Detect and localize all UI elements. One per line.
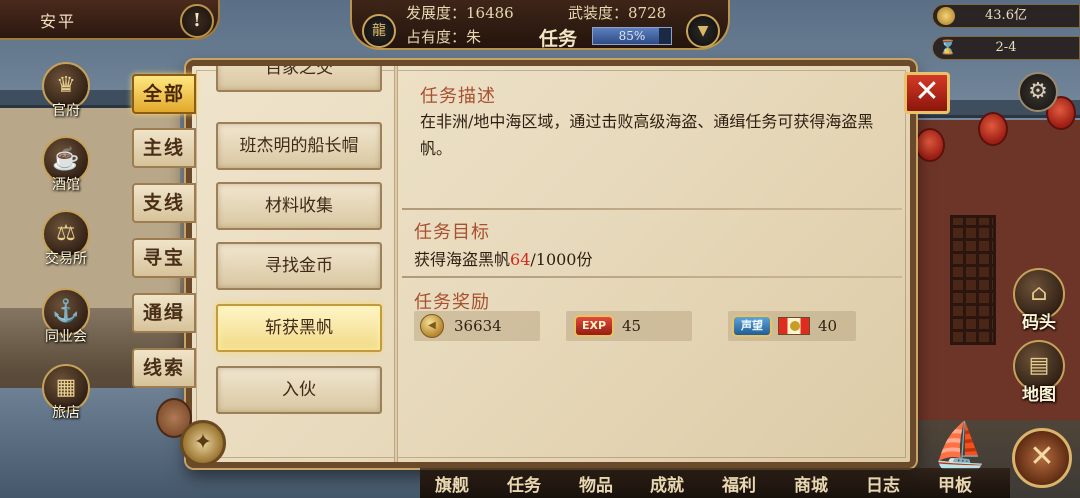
reward-reputation[interactable]: 声望 40	[728, 311, 856, 341]
task-item[interactable]: 入伙	[216, 366, 382, 414]
armament-stat: 武装度：8728	[568, 4, 667, 22]
goal-prefix: 获得海盗黑帆	[414, 250, 511, 269]
time-resource: ⌛ 2-4	[932, 36, 1080, 60]
reward-gold[interactable]: ◀ 36634	[414, 311, 540, 341]
tab-main[interactable]: 主线	[132, 128, 196, 168]
task-item[interactable]: 寻找金币	[216, 242, 382, 290]
goal-title: 任务目标	[414, 222, 490, 243]
close-icon: ✕	[914, 74, 940, 109]
exp-icon: EXP	[574, 315, 614, 337]
side-menu-label: 交易所	[45, 251, 87, 267]
side-menu-tavern[interactable]: ☕ 酒馆	[36, 136, 96, 194]
nav-shop[interactable]: 商城	[794, 471, 828, 496]
task-title: 任务	[539, 28, 578, 50]
task-list[interactable]: 百家之交 班杰明的船长帽 材料收集 寻找金币 斩获黑帆 入伙	[212, 66, 384, 462]
side-menu-government[interactable]: ♛ 官府	[36, 62, 96, 120]
tab-wanted[interactable]: 通缉	[132, 293, 196, 333]
dragon-emblem-icon[interactable]: 龍	[362, 14, 396, 48]
dock-button[interactable]: ⌂ 码头	[1010, 268, 1068, 333]
nav-welfare[interactable]: 福利	[722, 471, 756, 496]
resource-panel: 43.6亿 ⌛ 2-4	[930, 4, 1080, 66]
ship-icon[interactable]: ⛵	[930, 418, 990, 474]
task-item[interactable]: 班杰明的船长帽	[216, 122, 382, 170]
right-nav-label: 地图	[1022, 385, 1056, 405]
gold-coin-icon: ◀	[420, 314, 444, 338]
occupancy-progress: 85%	[592, 27, 672, 45]
tab-treasure[interactable]: 寻宝	[132, 238, 196, 278]
list-divider	[394, 66, 398, 462]
nav-deck[interactable]: 甲板	[938, 471, 972, 496]
side-menu-exchange[interactable]: ⚖ 交易所	[36, 210, 96, 268]
description-text: 在非洲/地中海区域，通过击败高级海盗、通缉任务可获得海盗黑帆。	[420, 112, 874, 158]
goal-suffix: /1000份	[530, 250, 593, 269]
nav-task[interactable]: 任务	[507, 471, 541, 496]
side-menu-label: 官府	[52, 103, 80, 119]
city-name: 安平	[40, 12, 77, 31]
nation-flag-icon	[778, 317, 810, 335]
tab-clues[interactable]: 线索	[132, 348, 196, 388]
goal-current: 64	[510, 250, 531, 269]
right-nav-label: 码头	[1022, 313, 1056, 333]
settings-button[interactable]: ⚙	[1018, 72, 1058, 112]
hourglass-icon: ⌛	[939, 40, 957, 56]
task-item[interactable]: 材料收集	[216, 182, 382, 230]
gold-amount: 43.6亿	[985, 8, 1027, 23]
reward-exp-value: 45	[622, 317, 642, 335]
task-panel: 百家之交 班杰明的船长帽 材料收集 寻找金币 斩获黑帆 入伙 任务描述 在非洲/…	[186, 60, 916, 468]
chevron-down-icon[interactable]: ▼	[686, 14, 720, 48]
divider	[402, 208, 902, 210]
map-button[interactable]: ▤ 地图	[1010, 340, 1068, 405]
reward-gold-value: 36634	[454, 317, 502, 335]
side-menu-label: 酒馆	[52, 177, 80, 193]
bottom-nav: 旗舰 任务 物品 成就 福利 商城 日志 甲板	[420, 468, 1010, 498]
nav-flagship[interactable]: 旗舰	[435, 471, 469, 496]
side-menu-guild[interactable]: ⚓ 同业会	[36, 288, 96, 346]
cross-swords-icon[interactable]: ✕	[1012, 428, 1072, 488]
gold-coin-icon	[937, 7, 955, 25]
alert-button[interactable]: !	[180, 4, 214, 38]
close-button[interactable]: ✕	[904, 72, 950, 114]
gear-icon: ⚙	[1028, 79, 1048, 104]
nav-log[interactable]: 日志	[866, 471, 900, 496]
task-item-selected[interactable]: 斩获黑帆	[216, 304, 382, 352]
city-banner: 安平 !	[0, 0, 220, 40]
reward-exp[interactable]: EXP 45	[566, 311, 692, 341]
task-item[interactable]: 百家之交	[216, 66, 382, 92]
progress-text: 85%	[618, 29, 646, 43]
nav-achievements[interactable]: 成就	[650, 471, 684, 496]
side-menu-label: 同业会	[45, 329, 87, 345]
goal-text: 获得海盗黑帆64/1000份	[414, 246, 593, 270]
time-value: 2-4	[995, 40, 1017, 55]
gold-resource: 43.6亿	[932, 4, 1080, 28]
tab-side[interactable]: 支线	[132, 183, 196, 223]
divider	[402, 276, 902, 278]
lantern	[978, 112, 1008, 146]
side-menu-inn[interactable]: ▦ 旅店	[36, 364, 96, 422]
description-title: 任务描述	[420, 86, 496, 107]
tab-all[interactable]: 全部	[132, 74, 196, 114]
side-menu-label: 旅店	[52, 405, 80, 421]
reward-reputation-value: 40	[818, 317, 838, 335]
nav-items[interactable]: 物品	[579, 471, 613, 496]
port-status-bar: 龍 发展度：16486 武装度：8728 占有度：朱 任务 85% ▼	[350, 0, 730, 50]
lattice-window	[950, 215, 996, 345]
lantern	[915, 128, 945, 162]
reputation-badge-icon: 声望	[732, 315, 772, 337]
occupancy-stat: 占有度：朱	[406, 28, 482, 46]
task-detail: 任务描述 在非洲/地中海区域，通过击败高级海盗、通缉任务可获得海盗黑帆。 任务目…	[402, 66, 910, 462]
development-stat: 发展度：16486	[406, 4, 514, 22]
compass-icon[interactable]: ✦	[180, 420, 226, 466]
